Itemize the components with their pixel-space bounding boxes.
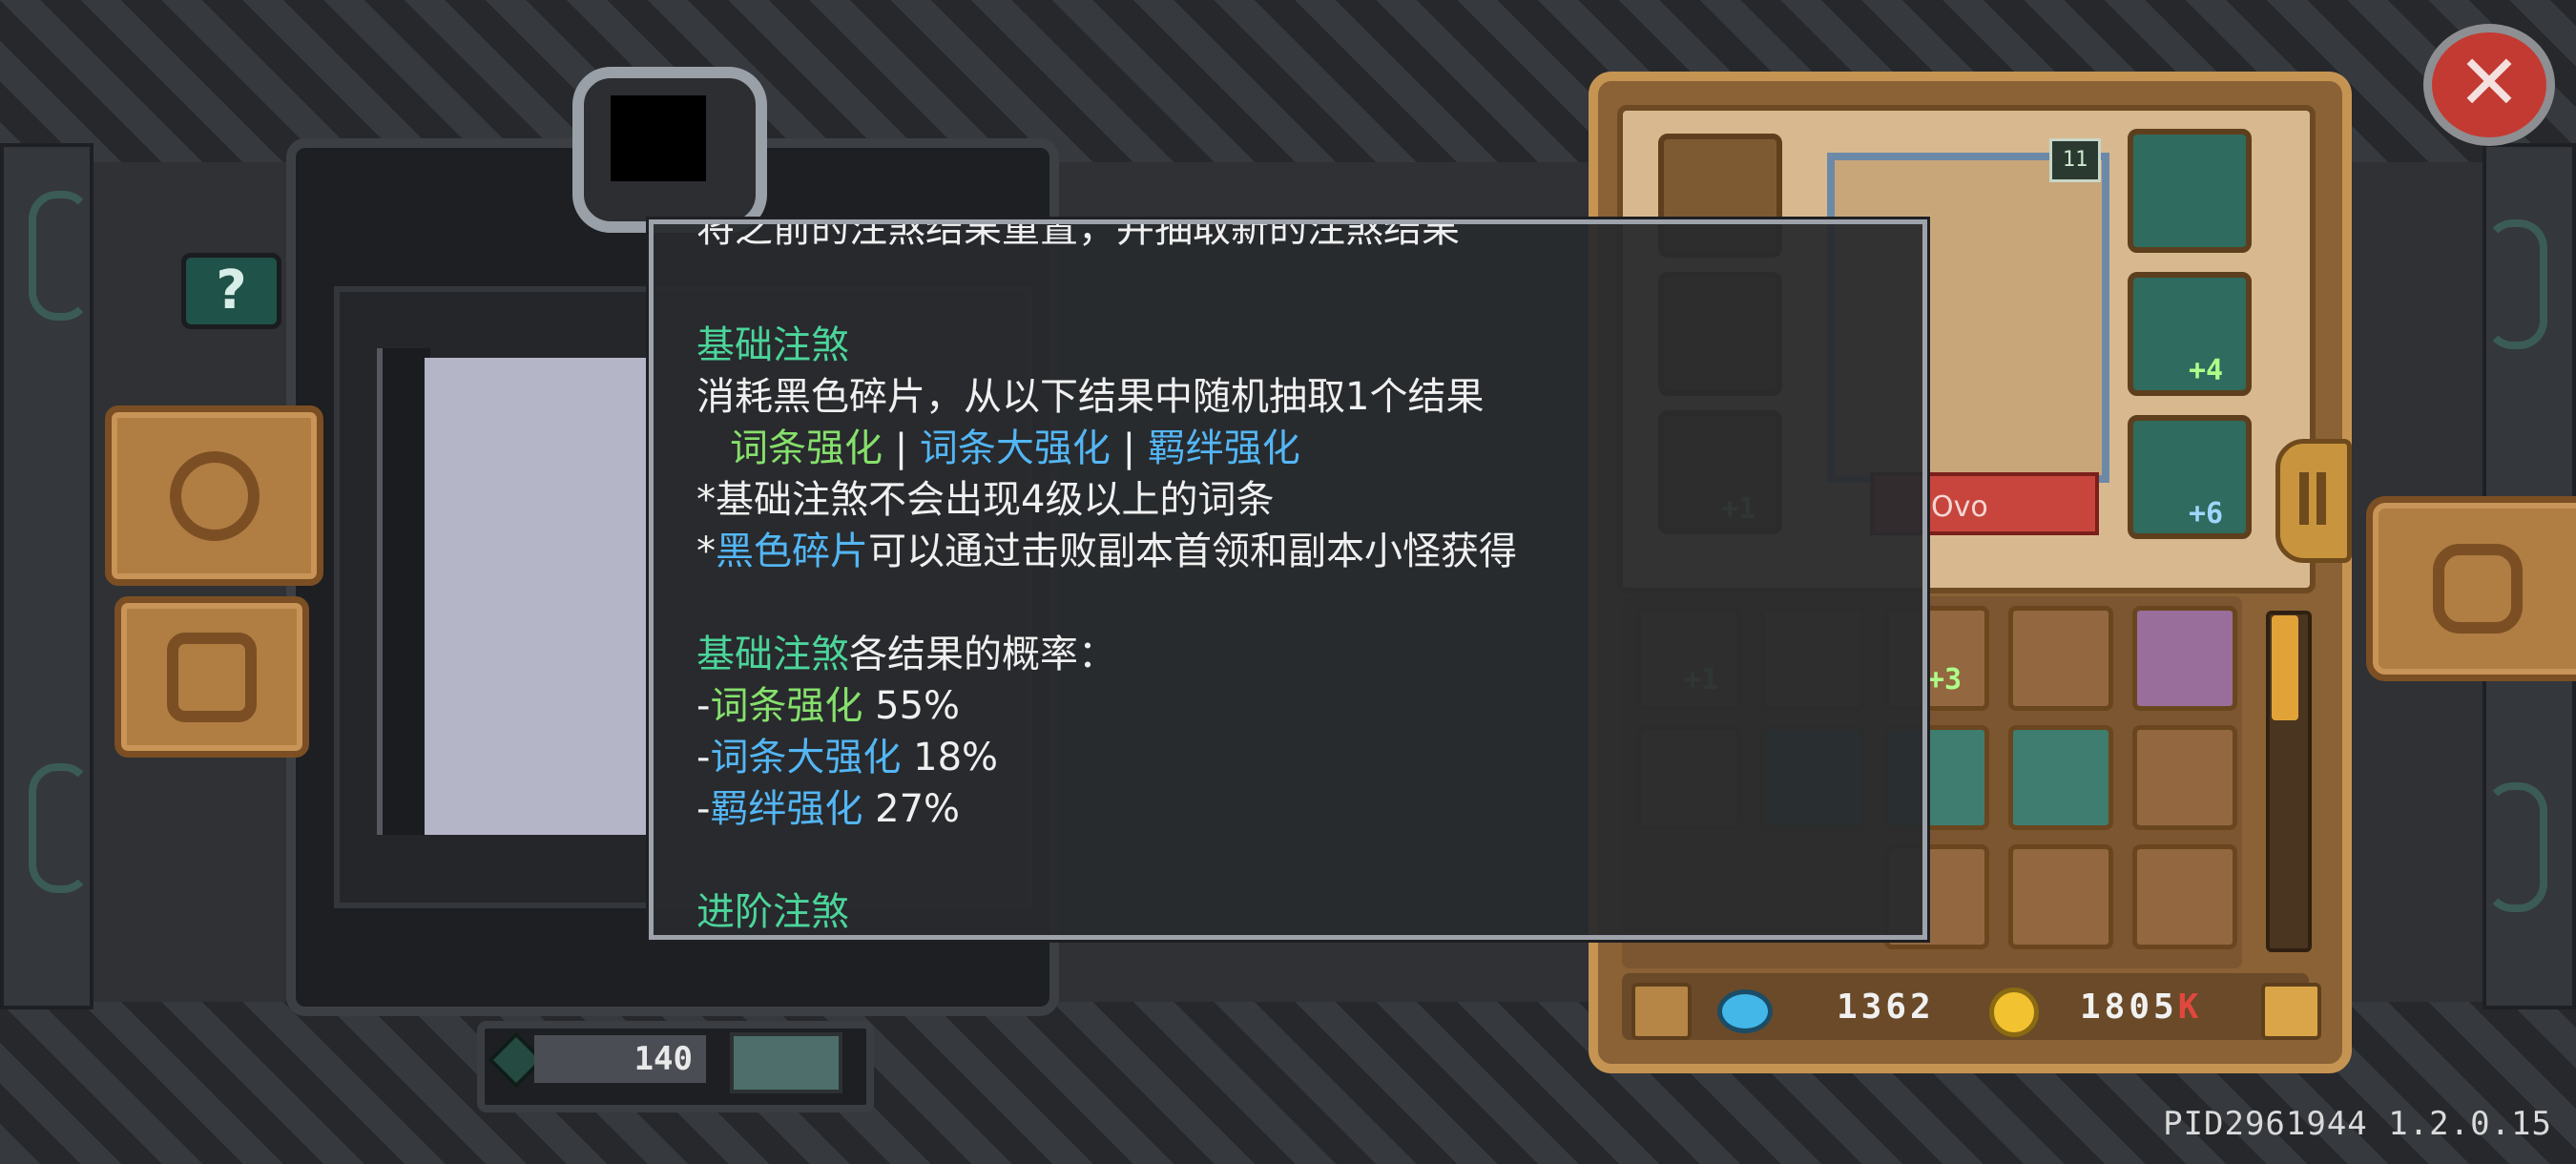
inventory-slot[interactable]: [2008, 606, 2113, 711]
grid-menu-button[interactable]: [2261, 983, 2321, 1040]
row-dash: -: [696, 684, 711, 728]
gold-suffix: K: [2177, 987, 2203, 1027]
equip-slot-cloak[interactable]: +4: [2128, 272, 2252, 396]
collapse-tab[interactable]: [2275, 439, 2352, 563]
cost-slot: [730, 1032, 842, 1093]
advanced-enchant-title: 进阶注煞: [696, 890, 849, 934]
enhance-level-label: +6: [2189, 497, 2224, 530]
option-bond-boost: 羁绊强化: [1147, 426, 1300, 470]
gem-icon: [1717, 989, 1773, 1033]
note-shard-source: *黑色碎片可以通过击败副本首领和副本小怪获得: [696, 526, 1517, 577]
row-name: 羁绊强化: [710, 787, 863, 831]
basic-enchant-desc: 消耗黑色碎片，从以下结果中随机抽取1个结果: [696, 375, 1485, 419]
black-shard-link: 黑色碎片: [716, 530, 868, 573]
gold-value: 1805: [2080, 987, 2178, 1027]
probability-title: 基础注煞各结果的概率：: [696, 629, 1116, 680]
cauldron-icon: [169, 450, 260, 541]
option-separator: |: [883, 426, 920, 470]
help-button[interactable]: ?: [181, 253, 281, 329]
row-value: 18%: [901, 736, 999, 779]
basic-enchant-title: 基础注煞: [696, 323, 849, 367]
lock-button[interactable]: [1631, 983, 1692, 1040]
inventory-slot[interactable]: [2132, 844, 2237, 949]
row-name: 词条强化: [710, 684, 863, 728]
tab-craft[interactable]: [105, 405, 323, 586]
inventory-slot[interactable]: [2008, 725, 2113, 830]
inventory-slot[interactable]: [2132, 606, 2237, 711]
row-value: 27%: [862, 787, 961, 831]
pause-bar: [2299, 472, 2309, 525]
option-separator: |: [1110, 426, 1148, 470]
row-dash: -: [696, 787, 711, 831]
version-label: PID2961944 1.2.0.15: [2163, 1105, 2552, 1143]
close-icon: ✕: [2457, 38, 2522, 127]
chain-strip: [377, 348, 430, 835]
enhance-level-label: +4: [2189, 354, 2224, 387]
probability-row: -词条强化 55%: [696, 680, 960, 732]
row-dash: -: [696, 736, 711, 779]
swirl-ornament: [2484, 782, 2547, 912]
inventory-slot[interactable]: [2132, 725, 2237, 830]
item-display-area: [425, 358, 649, 835]
probability-row: -羁绊强化 27%: [696, 783, 960, 835]
note-bullet: *: [696, 530, 716, 573]
enchant-options: 词条强化 | 词条大强化 | 羁绊强化: [730, 423, 1300, 474]
black-shard-count: 140: [534, 1035, 706, 1083]
gem-count: 1362: [1837, 987, 1935, 1027]
probability-title-keyword: 基础注煞: [696, 633, 849, 676]
enchant-tooltip: 将之前的注煞结果重置，并抽取新的注煞结果 基础注煞 消耗黑色碎片，从以下结果中随…: [649, 219, 1927, 940]
tooltip-reset-line: 将之前的注煞结果重置，并抽取新的注煞结果: [696, 219, 1460, 251]
equip-slot-hat[interactable]: [2128, 129, 2252, 253]
equip-slot-weapon[interactable]: +6: [2128, 415, 2252, 539]
tab-character[interactable]: [2366, 496, 2576, 681]
socket-slot: [611, 95, 706, 181]
option-affix-big-boost: 词条大强化: [919, 426, 1111, 470]
option-affix-boost: 词条强化: [730, 426, 883, 470]
gold-coin-icon: [1989, 987, 2039, 1037]
demon-face-icon: [167, 632, 257, 722]
inventory-slot[interactable]: [2008, 844, 2113, 949]
note-shard-text: 可以通过击败副本首领和副本小怪获得: [868, 530, 1517, 573]
helmet-icon: [2433, 544, 2523, 634]
gold-count: 1805K: [2080, 987, 2202, 1027]
close-button[interactable]: ✕: [2423, 24, 2555, 146]
level-badge: 11: [2049, 138, 2101, 182]
row-value: 55%: [862, 684, 961, 728]
swirl-ornament: [29, 763, 92, 893]
probability-row: -词条大强化 18%: [696, 732, 998, 783]
row-name: 词条大强化: [710, 736, 902, 779]
swirl-ornament: [2484, 219, 2547, 349]
scrollbar-thumb[interactable]: [2272, 615, 2298, 720]
pause-bar: [2316, 472, 2326, 525]
probability-title-rest: 各结果的概率：: [849, 633, 1116, 676]
swirl-ornament: [29, 191, 92, 321]
note-level-limit: *基础注煞不会出现4级以上的词条: [696, 478, 1275, 522]
enhance-level-label: +3: [1927, 663, 1963, 696]
tab-enchant[interactable]: [114, 596, 309, 758]
